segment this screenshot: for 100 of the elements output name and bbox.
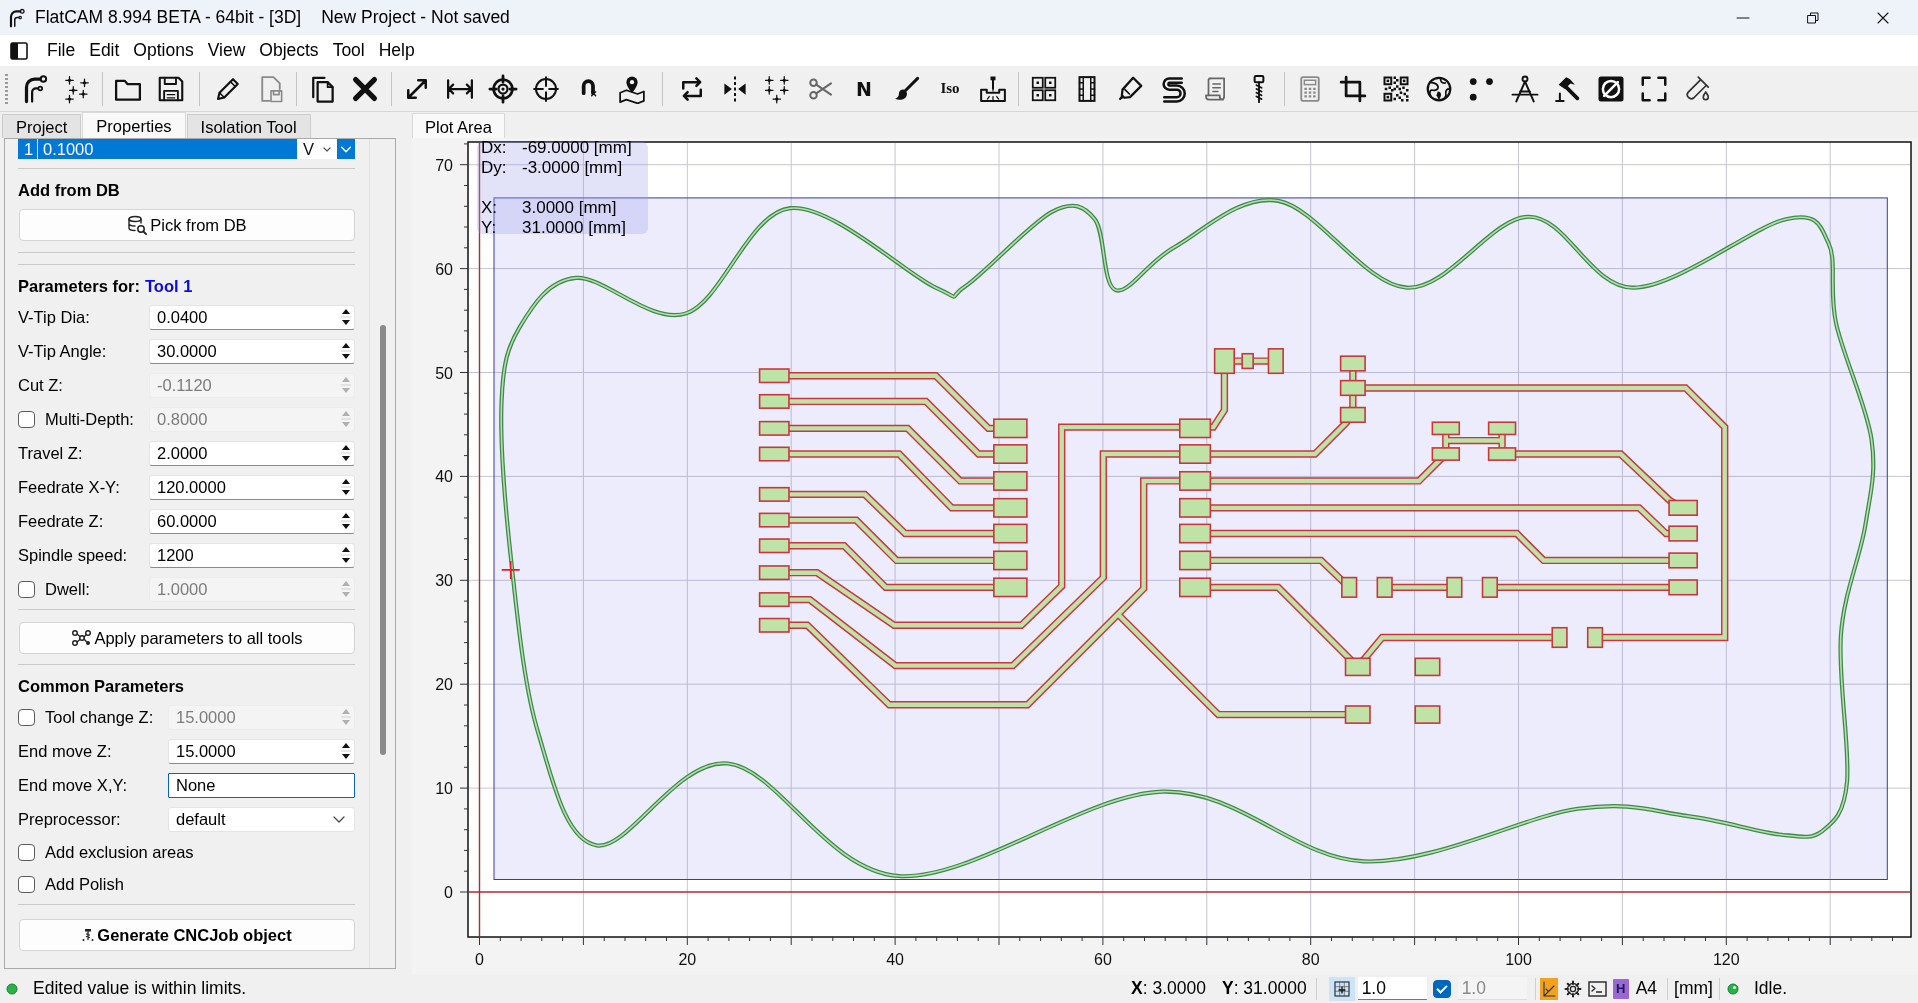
section-heading: Parameters for:	[18, 277, 140, 295]
caret-down-icon	[323, 145, 331, 153]
field-label: Feedrate X-Y:	[18, 477, 120, 497]
menu-item[interactable]: Tool	[325, 37, 372, 64]
apply-parameters-button[interactable]: Apply parameters to all tools	[19, 622, 355, 654]
field-label: Feedrate Z:	[18, 511, 104, 531]
menu-item[interactable]: Help	[371, 37, 422, 64]
spin-field[interactable]: 1200	[149, 542, 355, 568]
x-axis-label: 40	[886, 951, 904, 968]
window-title: FlatCAM 8.994 BETA - 64bit - [3D]	[35, 7, 302, 28]
menu-item[interactable]: View	[200, 37, 253, 64]
readout-value: -3.0000 [mm]	[522, 158, 624, 178]
spin-field[interactable]: 2.0000	[149, 440, 355, 466]
units: [mm]	[1674, 978, 1713, 999]
checkbox[interactable]	[18, 843, 35, 861]
grid-x-field[interactable]: 1.0	[1357, 977, 1427, 1000]
field-label: V-Tip Dia:	[18, 307, 90, 327]
checkbox[interactable]	[1432, 979, 1451, 998]
app-status: Idle.	[1753, 978, 1787, 999]
field-label: Preprocessor:	[18, 809, 121, 829]
x-axis-label: 100	[1505, 951, 1532, 968]
field-label: Add Polish	[45, 874, 124, 894]
letter-toggle[interactable]: H	[1612, 978, 1629, 999]
glyph-button[interactable]: Iso	[928, 68, 972, 109]
glyph-button[interactable]: N	[842, 68, 886, 109]
page-size: A4	[1635, 978, 1658, 999]
tool-name: Tool 1	[145, 277, 193, 295]
text-field[interactable]: None	[168, 772, 355, 798]
checkbox[interactable]	[18, 875, 35, 893]
menu-item[interactable]: Objects	[252, 37, 326, 64]
grid-snap-icon[interactable]	[1328, 976, 1355, 1001]
spin-field[interactable]: 30.0000	[149, 338, 355, 364]
pick-from-db-button[interactable]: Pick from DB	[19, 209, 355, 241]
y-axis-label: 30	[435, 572, 453, 590]
cursor-cross-icon	[500, 560, 521, 580]
field-label: Travel Z:	[18, 443, 83, 463]
spin-field[interactable]: 60.0000	[149, 508, 355, 534]
field-label: End move Z:	[18, 741, 112, 761]
field-label: V-Tip Angle:	[18, 341, 107, 361]
panel-tab[interactable]: Properties	[82, 112, 186, 138]
menu-item[interactable]: File	[40, 37, 83, 64]
target-icon	[488, 73, 518, 104]
readout-value: 3.0000 [mm]	[522, 198, 618, 218]
idle-status-icon	[1726, 982, 1739, 995]
small-drill-icon	[82, 928, 95, 942]
crop-icon	[1338, 73, 1368, 104]
document-title: New Project - Not saved	[321, 7, 510, 28]
magnet-icon	[581, 79, 597, 98]
y-axis-label: 0	[444, 884, 453, 901]
panel-tab[interactable]: Project	[2, 114, 82, 138]
x-axis-label: 0	[475, 951, 484, 968]
x-axis-label: 20	[678, 951, 697, 968]
y-axis-label: 40	[435, 468, 453, 486]
generate-cncjob-button[interactable]: Generate CNCJob object	[19, 919, 355, 951]
restore-icon	[1805, 9, 1821, 26]
x-coordinate: X: 3.0000	[1131, 978, 1206, 999]
spin-field[interactable]: 15.0000	[168, 738, 355, 764]
chevron-down-icon	[340, 145, 352, 153]
readout-label: Dy:	[481, 158, 508, 178]
dropdown[interactable]: default	[168, 806, 355, 832]
table-row[interactable]: 1 0.1000 V	[18, 139, 355, 159]
plus-marks-icon	[62, 73, 92, 104]
section-heading: Common Parameters	[18, 676, 185, 696]
panel-toggle-icon[interactable]	[10, 41, 28, 60]
field-label: Tool change Z:	[45, 707, 154, 727]
settings-icon[interactable]	[1563, 979, 1582, 998]
spin-field[interactable]: 120.0000	[149, 474, 355, 500]
readout-label: Y:	[481, 218, 498, 238]
y-axis-label: 60	[435, 260, 453, 278]
axis-icon[interactable]	[1539, 977, 1558, 1000]
table-cell-text: 0.1000	[42, 139, 95, 159]
table-cell: 1	[18, 139, 38, 159]
y-axis-label: 20	[435, 676, 453, 694]
field-label: Cut Z:	[18, 375, 63, 395]
readout-label: X:	[481, 198, 499, 218]
chevron-down-icon	[332, 814, 346, 824]
scrollbar-thumb[interactable]	[379, 325, 386, 755]
field-label: Spindle speed:	[18, 545, 128, 565]
plot-tab[interactable]: Plot Area	[412, 113, 505, 138]
menu-item[interactable]: Edit	[82, 37, 127, 64]
readout-label: Dx:	[481, 138, 508, 158]
menu-item[interactable]: Options	[126, 37, 201, 64]
status-message: Edited value is within limits.	[33, 978, 246, 999]
readout-value: 31.0000 [mm]	[522, 218, 627, 238]
x-axis-label: 80	[1301, 951, 1320, 968]
x-axis-label: 60	[1094, 951, 1112, 968]
panel-tab[interactable]: Isolation Tool	[186, 114, 311, 138]
nodes-icon	[71, 628, 92, 648]
y-axis-label: 10	[435, 780, 453, 798]
terminal-icon[interactable]	[1587, 979, 1607, 998]
y-axis-label: 50	[435, 364, 453, 382]
readout-value: -69.0000 [mm]	[522, 138, 633, 158]
field-label: Add exclusion areas	[45, 842, 194, 862]
tool-type-dropdown[interactable]: V	[297, 139, 337, 159]
compass-icon	[1510, 73, 1540, 104]
y-axis-label: 70	[435, 156, 453, 174]
field-label: End move X,Y:	[18, 775, 128, 795]
field-label: Multi-Depth:	[45, 409, 134, 429]
crosshair-icon	[531, 73, 561, 104]
spin-field[interactable]: 0.0400	[149, 304, 355, 330]
